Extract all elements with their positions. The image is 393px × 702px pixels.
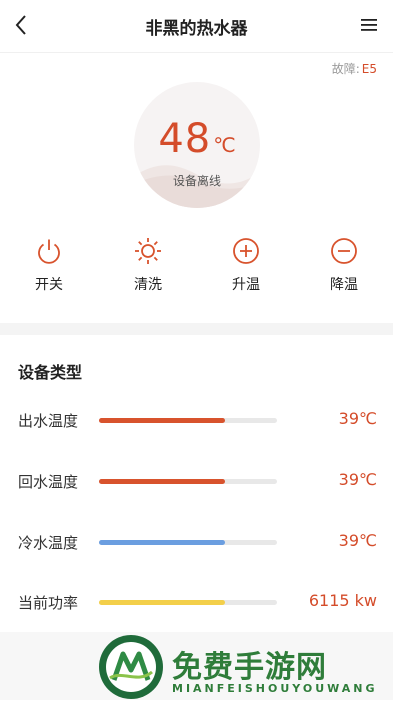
decrease-temp-button[interactable]: 降温 [304,236,384,306]
temperature-unit: ℃ [213,133,236,157]
outlet-temp-row: 出水温度 39℃ [0,405,393,435]
increase-temp-button[interactable]: 升温 [206,236,286,306]
row-label: 回水温度 [18,473,79,491]
fault-indicator: 故障: E5 [332,60,377,77]
clean-label: 清洗 [134,277,162,293]
section-divider [0,323,393,335]
sun-icon [135,238,161,264]
control-bar: 开关 清洗 升温 降温 [0,236,393,306]
power-row: 当前功率 6115 kw [0,587,393,617]
row-label: 出水温度 [18,412,79,430]
return-temp-row: 回水温度 39℃ [0,466,393,496]
cold-temp-row: 冷水温度 39℃ [0,527,393,557]
progress-fill [99,540,226,545]
chevron-left-icon [15,15,26,35]
device-status: 设备离线 [172,174,221,188]
app-header: 非黑的热水器 [0,0,393,53]
power-icon [38,239,60,264]
progress-fill [99,479,226,484]
temperature-value: 48 ℃ [134,116,260,162]
power-label: 开关 [35,277,63,293]
power-button[interactable]: 开关 [9,236,89,306]
increase-temp-label: 升温 [232,277,260,293]
watermark-logo [99,635,163,699]
progress-track [99,479,277,484]
clean-button[interactable]: 清洗 [108,236,188,306]
watermark-banner: 免费手游网 MIANFEISHOUYOUWANG [0,632,393,700]
row-value: 39℃ [338,409,377,428]
plus-circle-icon [233,238,259,264]
watermark-subtitle: MIANFEISHOUYOUWANG [172,682,378,695]
temperature-display: 48 ℃ 设备离线 [134,82,260,208]
progress-track [99,540,277,545]
minus-circle-icon [331,238,357,264]
page-title: 非黑的热水器 [145,18,248,39]
row-value: 39℃ [338,531,377,550]
temperature-number: 48 [158,116,212,162]
progress-track [99,418,277,423]
row-value: 6115 kw [308,591,377,610]
progress-fill [99,418,226,423]
fault-label: 故障: [331,62,360,76]
menu-button[interactable] [355,11,383,39]
progress-fill [99,600,226,605]
section-title: 设备类型 [18,363,83,382]
watermark-brand: 免费手游网 [172,650,327,685]
fault-code: E5 [361,62,377,76]
decrease-temp-label: 降温 [330,277,358,293]
hamburger-menu-icon [361,19,377,31]
row-label: 当前功率 [18,594,79,612]
back-button[interactable] [6,10,36,40]
progress-track [99,600,277,605]
row-value: 39℃ [338,470,377,489]
row-label: 冷水温度 [18,534,79,552]
